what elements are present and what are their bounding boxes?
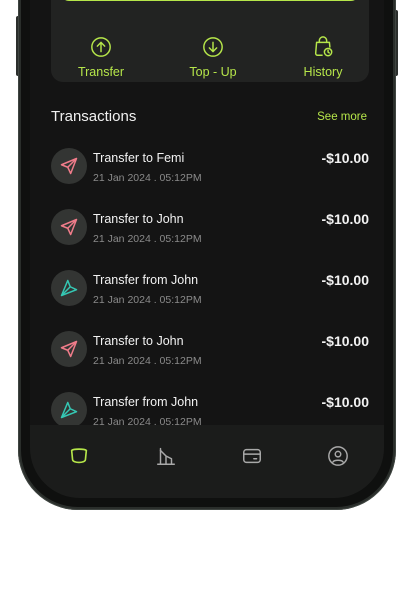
profile-icon (328, 446, 348, 466)
nav-stats-button[interactable] (154, 444, 178, 468)
bottom-nav (30, 425, 384, 498)
topup-action-label: Top - Up (189, 65, 237, 79)
transaction-name: Transfer to Femi (93, 151, 185, 165)
transaction-amount: -$10.00 (321, 272, 369, 288)
transaction-avatar (51, 148, 87, 184)
transaction-row[interactable]: Transfer to John 21 Jan 2024 . 05:12PM -… (51, 331, 369, 392)
transaction-row[interactable]: Transfer from John 21 Jan 2024 . 05:12PM… (51, 270, 369, 331)
transaction-date: 21 Jan 2024 . 05:12PM (93, 294, 202, 306)
transaction-row[interactable]: Transfer to Femi 21 Jan 2024 . 05:12PM -… (51, 148, 369, 209)
transaction-date: 21 Jan 2024 . 05:12PM (93, 416, 202, 425)
history-action-label: History (303, 65, 343, 79)
topup-action-button[interactable]: Top - Up (168, 36, 258, 79)
app-screen: Transfer Top - Up History Transactions S… (30, 0, 384, 498)
receive-incoming-icon (60, 279, 78, 297)
see-more-link[interactable]: See more (317, 111, 367, 123)
transaction-avatar (51, 270, 87, 306)
nav-card-button[interactable] (240, 444, 264, 468)
transfer-action-label: Transfer (77, 65, 125, 79)
nav-home-button[interactable] (67, 444, 91, 468)
send-outgoing-icon (60, 340, 78, 358)
transfer-action-button[interactable]: Transfer (56, 36, 146, 79)
transaction-row[interactable]: Transfer to John 21 Jan 2024 . 05:12PM -… (51, 209, 369, 270)
transaction-avatar (51, 209, 87, 245)
transaction-name: Transfer from John (93, 273, 199, 287)
transaction-date: 21 Jan 2024 . 05:12PM (93, 355, 202, 367)
receive-incoming-icon (60, 401, 78, 419)
transaction-amount: -$10.00 (321, 394, 369, 410)
home-icon (70, 448, 88, 464)
nav-profile-button[interactable] (326, 444, 350, 468)
balance-card-bottom-edge (61, 0, 359, 1)
transaction-row[interactable]: Transfer from John 21 Jan 2024 . 05:12PM… (51, 392, 369, 425)
send-outgoing-icon (60, 157, 78, 175)
history-action-button[interactable]: History (278, 36, 368, 79)
transaction-date: 21 Jan 2024 . 05:12PM (93, 233, 202, 245)
transaction-amount: -$10.00 (321, 150, 369, 166)
transaction-amount: -$10.00 (321, 333, 369, 349)
transaction-name: Transfer from John (93, 395, 199, 409)
stats-icon (157, 447, 175, 465)
transactions-list[interactable]: Transfer to Femi 21 Jan 2024 . 05:12PM -… (51, 148, 369, 425)
arrow-up-circle-icon (91, 37, 111, 57)
transaction-name: Transfer to John (93, 334, 184, 348)
arrow-down-circle-icon (203, 37, 223, 57)
transaction-name: Transfer to John (93, 212, 184, 226)
bag-clock-icon (314, 36, 333, 57)
transactions-heading: Transactions (51, 108, 137, 125)
card-icon (243, 448, 261, 464)
transaction-avatar (51, 392, 87, 425)
transaction-avatar (51, 331, 87, 367)
send-outgoing-icon (60, 218, 78, 236)
transaction-amount: -$10.00 (321, 211, 369, 227)
quick-actions-card: Transfer Top - Up History (51, 0, 369, 82)
transaction-date: 21 Jan 2024 . 05:12PM (93, 172, 202, 184)
